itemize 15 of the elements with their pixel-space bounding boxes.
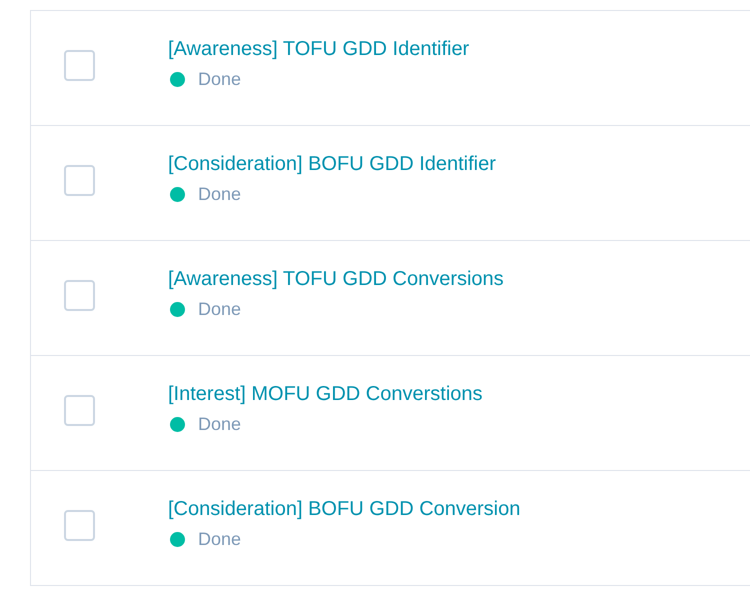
item-title-link[interactable]: [Consideration] BOFU GDD Conversion xyxy=(168,496,520,522)
row-checkbox[interactable] xyxy=(64,510,95,541)
status-label: Done xyxy=(198,298,242,321)
item-title-link[interactable]: [Awareness] TOFU GDD Conversions xyxy=(168,266,504,292)
row-checkbox[interactable] xyxy=(64,395,95,426)
item-title-link[interactable]: [Awareness] TOFU GDD Identifier xyxy=(168,36,470,62)
row-checkbox[interactable] xyxy=(64,280,95,311)
status-label: Done xyxy=(198,68,242,91)
item-title-link[interactable]: [Consideration] BOFU GDD Identifier xyxy=(168,151,496,177)
status-label: Done xyxy=(198,413,242,436)
status-label: Done xyxy=(198,528,242,551)
status-label: Done xyxy=(198,183,242,206)
row-checkbox[interactable] xyxy=(64,165,95,196)
row-checkbox[interactable] xyxy=(64,50,95,81)
item-title-link[interactable]: [Interest] MOFU GDD Converstions xyxy=(168,381,483,407)
